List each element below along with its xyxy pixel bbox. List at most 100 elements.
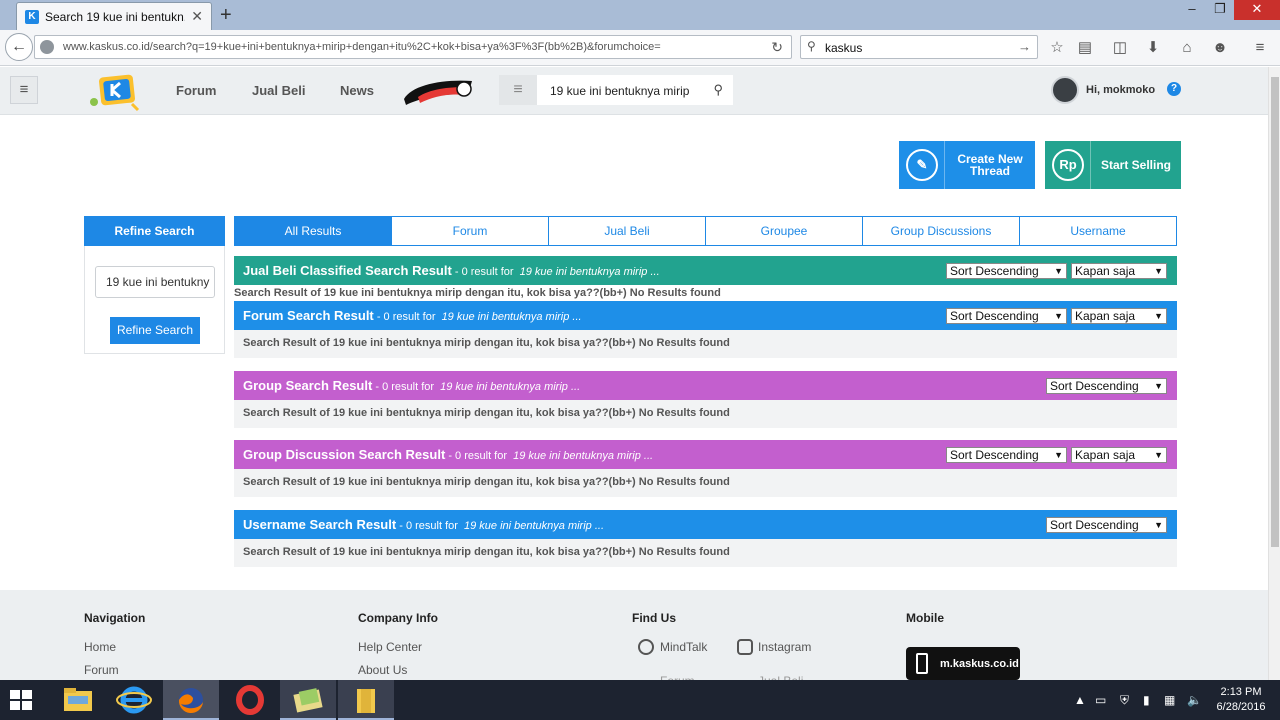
site-info-icon[interactable] [40, 40, 54, 54]
firefox-icon[interactable] [163, 680, 219, 720]
home-icon[interactable]: ⌂ [1177, 38, 1197, 58]
tab-all-results[interactable]: All Results [234, 216, 392, 246]
scrollbar-thumb[interactable] [1271, 77, 1279, 547]
jual-beli-result-message: Search Result of 19 kue ini bentuknya mi… [234, 285, 1177, 301]
footer-link-help-center[interactable]: Help Center [358, 640, 422, 654]
url-text: www.kaskus.co.id/search?q=19+kue+ini+ben… [63, 41, 661, 53]
sort-select[interactable]: Sort Descending ▼ [946, 263, 1067, 279]
mindtalk-icon [638, 639, 654, 655]
time-select[interactable]: Kapan saja ▼ [1071, 263, 1167, 279]
url-bar[interactable]: www.kaskus.co.id/search?q=19+kue+ini+ben… [34, 35, 792, 59]
windows-taskbar: ▲ ▭ ⛨ ▮ ▦ 🔈 2:13 PM 6/28/2016 [0, 680, 1280, 720]
refine-search-button[interactable]: Refine Search [110, 317, 200, 344]
opera-icon[interactable] [222, 680, 278, 720]
document-app-icon[interactable] [338, 680, 394, 720]
browser-tab[interactable]: K Search 19 kue ini bentukn... ✕ [16, 2, 212, 30]
battery-icon[interactable]: ▮ [1143, 693, 1150, 707]
menu-icon[interactable]: ≡ [1250, 38, 1270, 58]
windows-start-icon[interactable] [8, 688, 34, 712]
pocket-icon[interactable]: ◫ [1110, 38, 1130, 58]
site-search-input[interactable]: 19 kue ini bentuknya mirip c [550, 84, 690, 98]
chevron-down-icon: ▼ [1154, 450, 1163, 460]
site-search-box[interactable]: ≡ 19 kue ini bentuknya mirip c ⚲ [499, 75, 733, 105]
chevron-down-icon: ▼ [1054, 266, 1063, 276]
tab-title: Search 19 kue ini bentukn... [45, 10, 185, 24]
page-scrollbar[interactable] [1268, 67, 1280, 680]
sort-select-value: Sort Descending [950, 264, 1039, 278]
sort-select[interactable]: Sort Descending ▼ [1046, 517, 1167, 533]
footer-link-mindtalk[interactable]: MindTalk [660, 640, 707, 654]
volume-icon[interactable]: 🔈 [1187, 693, 1202, 707]
result-count: - 0 result for [445, 450, 511, 462]
reading-list-icon[interactable]: ▤ [1075, 38, 1095, 58]
download-icon[interactable]: ⬇ [1143, 38, 1163, 58]
nav-forum[interactable]: Forum [176, 83, 216, 98]
nav-news[interactable]: News [340, 83, 374, 98]
sort-select[interactable]: Sort Descending ▼ [1046, 378, 1167, 394]
tray-expand-icon[interactable]: ▲ [1074, 693, 1086, 707]
defender-icon[interactable]: ⛨ [1120, 693, 1129, 708]
browser-search-value: kaskus [825, 41, 863, 55]
refine-search-title: Refine Search [84, 216, 225, 246]
time-select[interactable]: Kapan saja ▼ [1071, 308, 1167, 324]
internet-explorer-icon[interactable] [106, 680, 162, 720]
tab-forum[interactable]: Forum [392, 216, 549, 246]
new-tab-icon[interactable]: + [220, 4, 232, 27]
footer-link-forum[interactable]: Forum [84, 663, 119, 677]
window-close-icon[interactable]: ✕ [1234, 0, 1280, 20]
browser-search-bar[interactable]: ⚲ kaskus → [800, 35, 1038, 59]
action-center-icon[interactable]: ▭ [1095, 693, 1106, 707]
nav-jual-beli[interactable]: Jual Beli [252, 83, 305, 98]
maximize-icon[interactable]: ❐ [1206, 0, 1234, 20]
back-arrow-icon[interactable]: ← [5, 33, 33, 61]
username-result-header: Username Search Result - 0 result for 19… [234, 510, 1177, 539]
close-tab-icon[interactable]: ✕ [191, 8, 203, 25]
group-result-header: Group Search Result - 0 result for 19 ku… [234, 371, 1177, 400]
avatar[interactable] [1051, 76, 1079, 104]
time-select[interactable]: Kapan saja ▼ [1071, 447, 1167, 463]
chevron-down-icon: ▼ [1154, 520, 1163, 530]
footer-link-instagram[interactable]: Instagram [758, 640, 811, 654]
sort-select[interactable]: Sort Descending ▼ [946, 447, 1067, 463]
footer-link-home[interactable]: Home [84, 640, 116, 654]
taskbar-clock[interactable]: 2:13 PM 6/28/2016 [1212, 685, 1270, 715]
sort-select[interactable]: Sort Descending ▼ [946, 308, 1067, 324]
minimize-icon[interactable]: ‒ [1178, 0, 1206, 20]
result-count: - 0 result for [396, 520, 461, 532]
sort-select-value: Sort Descending [950, 448, 1039, 462]
emoji-icon[interactable]: ☻ [1210, 38, 1230, 58]
footer-navigation-title: Navigation [84, 611, 146, 625]
hamburger-menu-icon[interactable]: ≡ [10, 76, 38, 104]
folder-app-icon[interactable] [280, 680, 336, 720]
start-selling-button[interactable]: Rp Start Selling [1045, 141, 1181, 189]
chevron-down-icon: ▼ [1154, 381, 1163, 391]
result-section-title: Forum Search Result [243, 308, 374, 323]
pencil-icon: ✎ [906, 149, 938, 181]
search-category-menu-icon[interactable]: ≡ [499, 75, 537, 105]
result-section-title: Jual Beli Classified Search Result [243, 263, 452, 278]
file-explorer-icon[interactable] [50, 680, 106, 720]
bundul-eropa-logo[interactable] [402, 75, 476, 107]
tab-jual-beli[interactable]: Jual Beli [549, 216, 706, 246]
refine-search-input[interactable]: 19 kue ini bentukny [95, 266, 215, 298]
help-icon[interactable]: ? [1167, 82, 1181, 96]
create-thread-button[interactable]: ✎ Create New Thread [899, 141, 1035, 189]
browser-tab-bar: K Search 19 kue ini bentukn... ✕ + ‒ ❐ ✕ [0, 0, 1280, 30]
mobile-site-badge[interactable]: m.kaskus.co.id [906, 647, 1020, 680]
tab-groupee[interactable]: Groupee [706, 216, 863, 246]
tab-group-discussions[interactable]: Group Discussions [863, 216, 1020, 246]
search-go-icon[interactable]: → [1018, 39, 1031, 54]
user-greeting[interactable]: Hi, mokmoko [1086, 84, 1155, 96]
footer-link-about-us[interactable]: About Us [358, 663, 407, 677]
site-footer: Navigation Home Forum Company Info Help … [0, 590, 1268, 688]
result-query: 19 kue ini bentuknya mirip ... [513, 450, 654, 462]
reload-icon[interactable]: ↻ [771, 39, 783, 56]
bookmark-star-icon[interactable]: ☆ [1047, 38, 1067, 58]
network-icon[interactable]: ▦ [1164, 693, 1175, 707]
search-icon[interactable]: ⚲ [713, 82, 723, 98]
result-title: Jual Beli Classified Search Result - 0 r… [243, 263, 660, 278]
result-title: Group Discussion Search Result - 0 resul… [243, 447, 653, 462]
chevron-down-icon: ▼ [1154, 266, 1163, 276]
tab-username[interactable]: Username [1020, 216, 1177, 246]
kaskus-logo[interactable] [88, 72, 148, 112]
